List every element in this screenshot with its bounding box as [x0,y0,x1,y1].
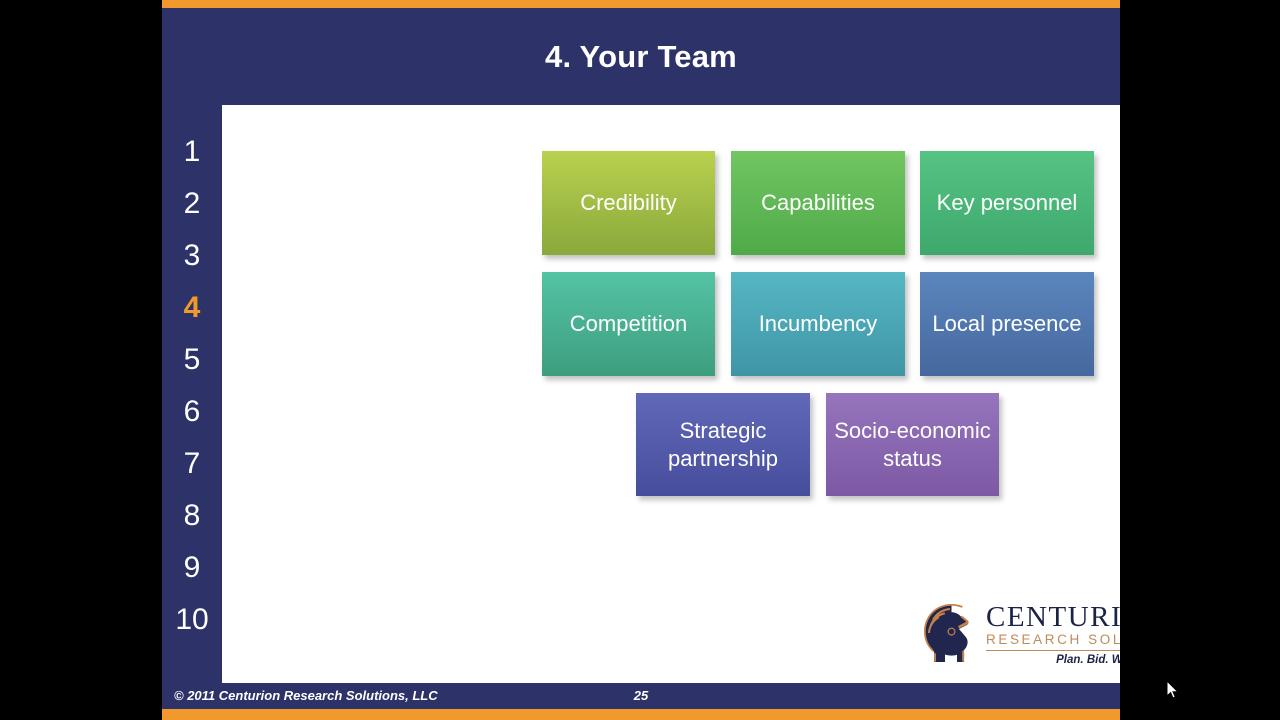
sidebar-number-6[interactable]: 6 [162,386,222,438]
topic-box-label: Local presence [932,311,1082,336]
topic-box-label: Competition [569,311,688,336]
topic-box-incumbency[interactable]: Incumbency [731,272,905,376]
presentation-slide: 4. Your Team 1 2 3 4 5 6 7 8 9 10 Socio-economic … [162,0,1120,720]
sidebar-number-1[interactable]: 1 [162,126,222,178]
sidebar-number-3[interactable]: 3 [162,230,222,282]
slide-footer: © 2011 Centurion Research Solutions, LLC… [162,683,1120,709]
slide-title: 4. Your Team [545,39,737,74]
section-number-sidebar[interactable]: 1 2 3 4 5 6 7 8 9 10 [162,105,222,683]
top-accent-bar [162,0,1120,8]
page-number: 25 [633,688,649,703]
topic-box-socio-economic-status[interactable]: Socio-economic status [826,393,999,496]
sidebar-number-5[interactable]: 5 [162,334,222,386]
screen-canvas: 4. Your Team 1 2 3 4 5 6 7 8 9 10 Socio-economic … [0,0,1280,720]
logo-subtitle: RESEARCH SOLUTIONS [986,632,1120,651]
mouse-pointer-icon [1166,679,1180,700]
topic-box-strategic-partnership[interactable]: Strategic partnership [636,393,810,496]
slide-header: 4. Your Team [162,8,1120,105]
logo-company-name: CENTURION™ [986,602,1120,632]
topic-box-key-personnel[interactable]: Key personnel [920,151,1094,255]
topic-box-label: Credibility [580,190,677,215]
logo-wordmark: CENTURION™ RESEARCH SOLUTIONS Plan. Bid.… [986,602,1120,668]
centurion-logo: CENTURION™ RESEARCH SOLUTIONS Plan. Bid.… [918,599,1120,671]
topic-box-capabilities[interactable]: Capabilities [731,151,905,255]
slide-body: Socio-economic status Strategic partnersh… [222,105,1120,683]
topic-box-competition[interactable]: Competition [542,272,715,376]
spartan-helmet-icon [918,602,984,668]
topic-box-credibility[interactable]: Credibility [542,151,715,255]
topic-box-label: Socio-economic status [834,417,991,471]
topic-box-local-presence[interactable]: Local presence [920,272,1094,376]
sidebar-number-10[interactable]: 10 [162,594,222,646]
sidebar-number-9[interactable]: 9 [162,542,222,594]
topic-box-label: Incumbency [758,311,878,336]
topic-box-label: Key personnel [936,190,1078,215]
sidebar-number-4[interactable]: 4 [162,282,222,334]
sidebar-number-8[interactable]: 8 [162,490,222,542]
sidebar-number-2[interactable]: 2 [162,178,222,230]
topic-box-label: Capabilities [761,190,875,215]
bottom-accent-bar [162,709,1120,720]
logo-company-name-text: CENTURION [986,601,1120,633]
topic-box-label: Strategic partnership [667,417,779,471]
logo-tagline: Plan. Bid. Win... Execute [1056,654,1120,666]
sidebar-number-7[interactable]: 7 [162,438,222,490]
